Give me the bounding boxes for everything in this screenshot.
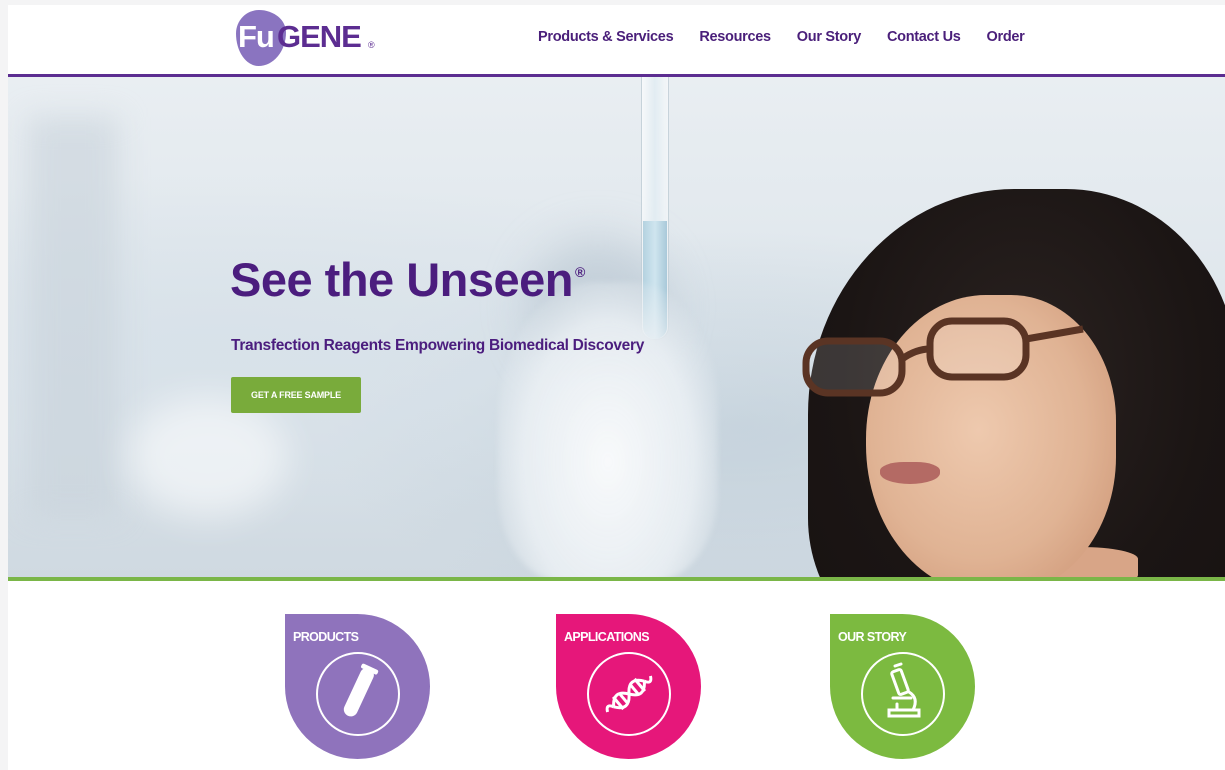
logo-fu-text: Fu bbox=[238, 19, 275, 54]
hero-title: See the Unseen ® bbox=[230, 252, 585, 307]
site-header: Fu GENE ® Products & Services Resources … bbox=[8, 5, 1225, 77]
test-tube-icon bbox=[343, 663, 379, 717]
logo-gene-text: GENE bbox=[277, 19, 362, 54]
nav-our-story[interactable]: Our Story bbox=[797, 29, 861, 49]
main-nav: Products & Services Resources Our Story … bbox=[538, 29, 1051, 49]
hero-scientist-glasses bbox=[802, 317, 1084, 397]
nav-products-services[interactable]: Products & Services bbox=[538, 29, 674, 49]
nav-contact-us[interactable]: Contact Us bbox=[887, 29, 961, 49]
feature-our-story[interactable]: OUR STORY bbox=[830, 614, 975, 759]
hero-bg-blur bbox=[28, 117, 118, 517]
hero-bg-blur bbox=[128, 397, 288, 517]
hero-title-mark: ® bbox=[575, 264, 585, 281]
feature-products-label: PRODUCTS bbox=[293, 630, 359, 644]
get-free-sample-button[interactable]: GET A FREE SAMPLE bbox=[231, 377, 361, 413]
feature-applications[interactable]: APPLICATIONS bbox=[556, 614, 701, 759]
nav-order[interactable]: Order bbox=[987, 29, 1025, 49]
hero-banner: See the Unseen ® Transfection Reagents Em… bbox=[8, 77, 1225, 581]
logo-registered-mark: ® bbox=[368, 40, 375, 50]
microscope-icon bbox=[887, 662, 921, 718]
feature-products[interactable]: PRODUCTS bbox=[285, 614, 430, 759]
hero-scientist-lips bbox=[880, 462, 940, 484]
nav-resources[interactable]: Resources bbox=[699, 29, 771, 49]
feature-our-story-label: OUR STORY bbox=[838, 630, 907, 644]
hero-title-text: See the Unseen bbox=[230, 253, 574, 306]
hero-subtitle: Transfection Reagents Empowering Biomedi… bbox=[231, 337, 645, 354]
feature-applications-label: APPLICATIONS bbox=[564, 630, 650, 644]
fugene-logo[interactable]: Fu GENE ® bbox=[232, 7, 382, 69]
dna-icon bbox=[605, 675, 653, 713]
page: Fu GENE ® Products & Services Resources … bbox=[8, 5, 1225, 770]
hero-gloved-hand bbox=[498, 282, 718, 577]
